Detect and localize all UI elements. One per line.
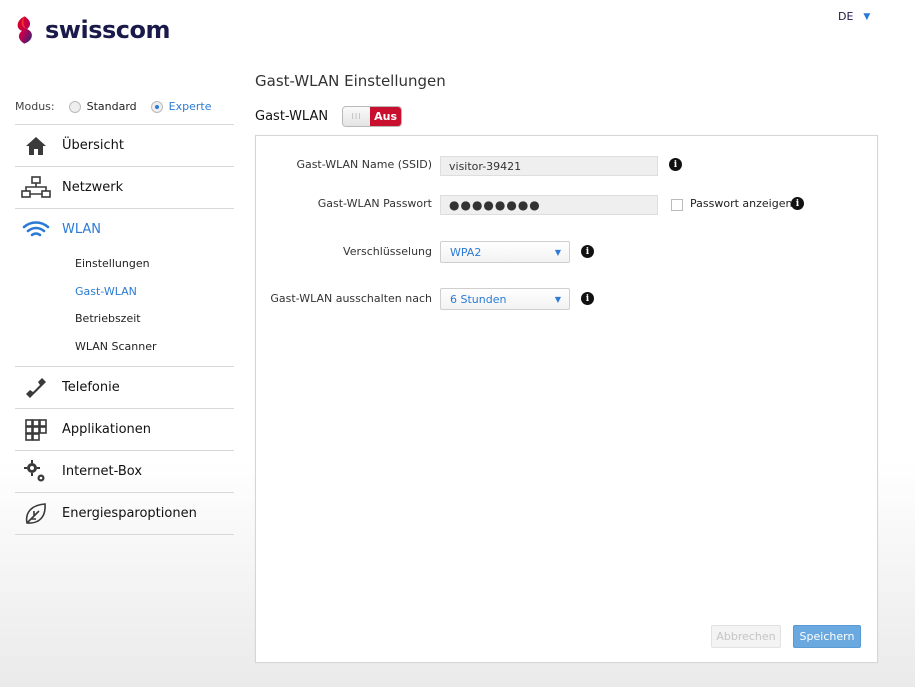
sidebar-item-wlan[interactable]: WLAN bbox=[15, 208, 234, 250]
timeout-info-icon[interactable]: i bbox=[581, 292, 594, 305]
mode-expert-radio[interactable] bbox=[150, 100, 163, 113]
gears-icon bbox=[21, 459, 51, 485]
show-password-label[interactable]: Passwort anzeigen bbox=[690, 197, 792, 210]
sidebar-item-telefonie[interactable]: Telefonie bbox=[15, 366, 234, 408]
brand-name: swisscom bbox=[45, 16, 170, 44]
password-input[interactable]: ●●●●●●●● bbox=[440, 195, 658, 215]
encryption-select[interactable]: WPA2 ▼ bbox=[440, 241, 570, 263]
ssid-info-icon[interactable]: i bbox=[669, 158, 682, 171]
mode-standard-radio[interactable] bbox=[68, 100, 81, 113]
timeout-value: 6 Stunden bbox=[450, 292, 507, 306]
mode-label: Modus: bbox=[15, 100, 55, 113]
cancel-button[interactable]: Abbrechen bbox=[711, 625, 781, 648]
wifi-icon bbox=[21, 217, 51, 243]
sidebar-item-internet-box[interactable]: Internet-Box bbox=[15, 450, 234, 492]
sidebar-item-label: Telefonie bbox=[62, 380, 120, 395]
submenu-item-betriebszeit[interactable]: Betriebszeit bbox=[15, 305, 234, 333]
submenu-item-wlan-scanner[interactable]: WLAN Scanner bbox=[15, 333, 234, 361]
mode-expert-label[interactable]: Experte bbox=[169, 100, 212, 113]
wlan-submenu: Einstellungen Gast-WLAN Betriebszeit WLA… bbox=[15, 250, 234, 366]
sidebar-item-energiesparoptionen[interactable]: Energiesparoptionen bbox=[15, 492, 234, 535]
timeout-label: Gast-WLAN ausschalten nach bbox=[270, 292, 432, 305]
language-current: DE bbox=[838, 10, 854, 23]
toggle-knob: III bbox=[343, 107, 371, 126]
show-password-checkbox[interactable] bbox=[671, 199, 683, 211]
chevron-down-icon: ▼ bbox=[863, 11, 871, 22]
encryption-label: Verschlüsselung bbox=[343, 245, 432, 258]
leaf-icon bbox=[21, 501, 51, 527]
sidebar-item-applikationen[interactable]: Applikationen bbox=[15, 408, 234, 450]
toggle-state-label: Aus bbox=[370, 107, 402, 126]
timeout-select[interactable]: 6 Stunden ▼ bbox=[440, 288, 570, 310]
ssid-input[interactable]: visitor-39421 bbox=[440, 156, 658, 176]
sidebar-item-label: Applikationen bbox=[62, 422, 152, 437]
settings-panel: Gast-WLAN Name (SSID) visitor-39421 i Ga… bbox=[255, 135, 878, 663]
sidebar-item-label: Internet-Box bbox=[62, 464, 143, 479]
guest-wlan-toggle-label: Gast-WLAN bbox=[255, 109, 329, 124]
home-icon bbox=[21, 133, 51, 159]
password-label: Gast-WLAN Passwort bbox=[317, 197, 432, 210]
mode-switch: Modus: Standard Experte bbox=[15, 100, 212, 113]
language-selector[interactable]: DE ▼ bbox=[838, 10, 870, 23]
encryption-info-icon[interactable]: i bbox=[581, 245, 594, 258]
guest-wlan-toggle[interactable]: III Aus bbox=[342, 106, 403, 127]
ssid-label: Gast-WLAN Name (SSID) bbox=[296, 158, 432, 171]
chevron-down-icon: ▼ bbox=[554, 295, 561, 304]
chevron-down-icon: ▼ bbox=[554, 248, 561, 257]
encryption-value: WPA2 bbox=[450, 245, 482, 259]
swisscom-logo[interactable]: swisscom bbox=[10, 10, 170, 50]
mode-standard-label[interactable]: Standard bbox=[87, 100, 137, 113]
password-value: ●●●●●●●● bbox=[449, 198, 541, 212]
sidebar-item-label: Energiesparoptionen bbox=[62, 506, 197, 521]
sidebar: Übersicht Netzwerk WLAN Einstellungen Ga… bbox=[15, 124, 234, 535]
guest-wlan-toggle-row: Gast-WLAN III Aus bbox=[255, 106, 403, 127]
sidebar-item-label: Übersicht bbox=[62, 138, 124, 153]
phone-icon bbox=[21, 375, 51, 401]
swisscom-logo-icon bbox=[17, 16, 32, 44]
save-button[interactable]: Speichern bbox=[793, 625, 861, 648]
network-icon bbox=[21, 175, 51, 201]
password-info-icon[interactable]: i bbox=[791, 197, 804, 210]
sidebar-item-label: Netzwerk bbox=[62, 180, 124, 195]
page-title: Gast-WLAN Einstellungen bbox=[255, 72, 446, 90]
apps-icon bbox=[21, 417, 51, 443]
sidebar-item-label: WLAN bbox=[62, 222, 102, 237]
